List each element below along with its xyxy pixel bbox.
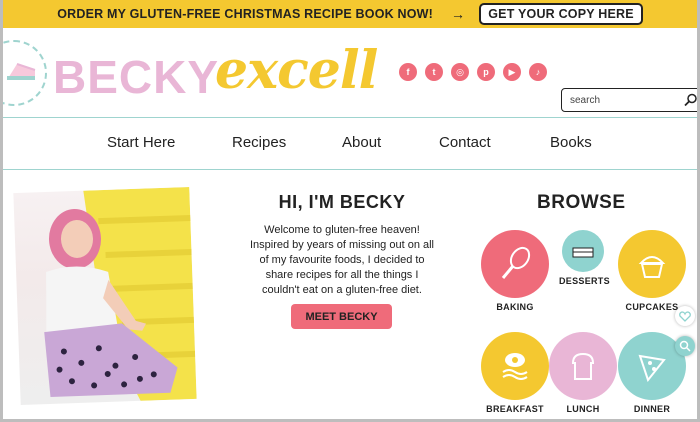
cake-slice-icon <box>7 63 36 80</box>
nav-about[interactable]: About <box>342 134 381 151</box>
becky-illustration <box>44 186 197 401</box>
nav-recipes[interactable]: Recipes <box>232 134 286 151</box>
social-links: f t ◎ p ▶ ♪ <box>399 63 547 81</box>
logo-excell[interactable]: excell <box>215 40 378 101</box>
page: ORDER MY GLUTEN-FREE CHRISTMAS RECIPE BO… <box>0 0 700 422</box>
nav-contact[interactable]: Contact <box>439 134 491 151</box>
category-cupcakes[interactable]: CUPCAKES <box>617 230 687 312</box>
category-baking[interactable]: BAKING <box>481 230 549 312</box>
logo-becky[interactable]: BECKY <box>53 50 219 104</box>
category-label[interactable]: BAKING <box>481 302 549 312</box>
category-desserts[interactable]: DESSERTS <box>559 230 610 286</box>
pinterest-icon[interactable]: p <box>477 63 495 81</box>
search-icon[interactable] <box>684 93 698 107</box>
tiktok-icon[interactable]: ♪ <box>529 63 547 81</box>
whisk-icon[interactable] <box>481 230 549 298</box>
nav-start-here[interactable]: Start Here <box>107 134 175 151</box>
search-input[interactable]: search <box>561 88 698 112</box>
category-lunch[interactable]: LUNCH <box>549 332 617 414</box>
main-nav: Start Here Recipes About Contact Books <box>3 118 697 170</box>
category-label[interactable]: DINNER <box>617 404 687 414</box>
get-copy-button[interactable]: GET YOUR COPY HERE <box>479 3 643 25</box>
browse-title: BROWSE <box>537 192 626 213</box>
search-floating-icon[interactable] <box>675 336 695 356</box>
intro-body: Welcome to gluten-free heaven! Inspired … <box>249 224 435 296</box>
category-label[interactable]: DESSERTS <box>559 276 610 286</box>
search-placeholder: search <box>570 94 601 106</box>
promo-text[interactable]: ORDER MY GLUTEN-FREE CHRISTMAS RECIPE BO… <box>57 7 433 21</box>
cake-icon[interactable] <box>562 230 604 272</box>
site-header: BECKY excell f t ◎ p ▶ ♪ search <box>3 28 697 118</box>
becky-photo <box>13 186 197 406</box>
instagram-icon[interactable]: ◎ <box>451 63 469 81</box>
youtube-icon[interactable]: ▶ <box>503 63 521 81</box>
egg-bacon-icon[interactable] <box>481 332 549 400</box>
category-breakfast[interactable]: BREAKFAST <box>481 332 549 414</box>
bread-icon[interactable] <box>549 332 617 400</box>
nav-books[interactable]: Books <box>550 134 592 151</box>
cupcake-icon[interactable] <box>618 230 686 298</box>
intro-title: HI, I'M BECKY <box>278 192 406 212</box>
arrow-right-icon: → <box>451 6 466 22</box>
promo-bar[interactable]: ORDER MY GLUTEN-FREE CHRISTMAS RECIPE BO… <box>3 0 697 28</box>
meet-becky-button[interactable]: MEET BECKY <box>291 304 392 329</box>
heart-icon[interactable] <box>675 306 695 326</box>
intro-section: HI, I'M BECKY Welcome to gluten-free hea… <box>249 192 435 298</box>
category-label[interactable]: BREAKFAST <box>481 404 549 414</box>
twitter-icon[interactable]: t <box>425 63 443 81</box>
facebook-icon[interactable]: f <box>399 63 417 81</box>
category-label[interactable]: LUNCH <box>549 404 617 414</box>
